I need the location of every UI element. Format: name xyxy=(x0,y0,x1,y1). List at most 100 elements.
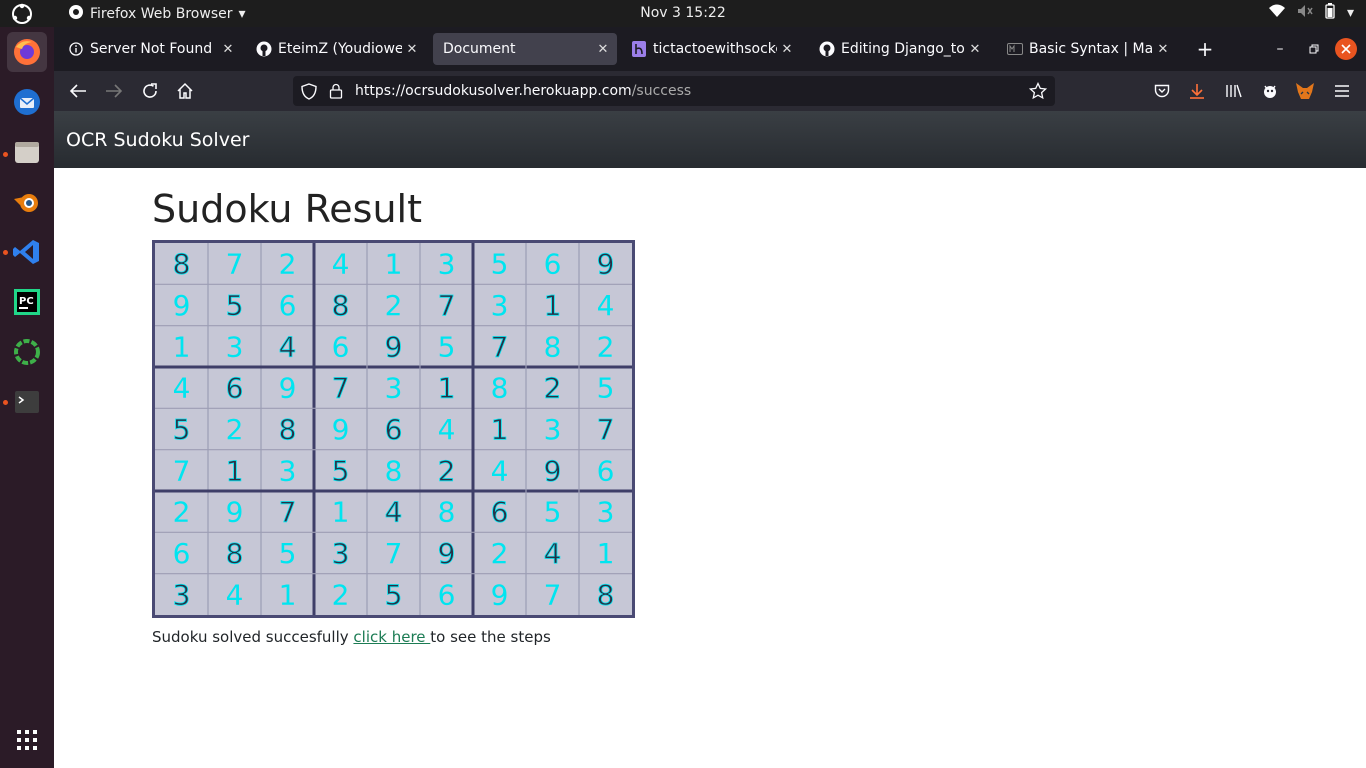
solved-digit: 7 xyxy=(173,454,191,487)
dock: PC xyxy=(0,27,54,768)
solved-digit: 4 xyxy=(173,372,191,405)
solved-digit: 8 xyxy=(385,454,403,487)
dock-terminal[interactable] xyxy=(7,382,47,422)
hamburger-menu-icon[interactable] xyxy=(1330,79,1354,103)
dock-files[interactable] xyxy=(7,132,47,172)
heroku-icon xyxy=(631,41,647,57)
tab-title: EteimZ (Youdiowei E xyxy=(278,41,402,57)
back-arrow-icon[interactable] xyxy=(66,79,90,103)
library-icon[interactable] xyxy=(1222,79,1246,103)
close-tab-icon[interactable]: ✕ xyxy=(965,42,985,57)
tab-editing-django[interactable]: Editing Django_todo ✕ xyxy=(809,33,989,65)
bookmark-star-icon[interactable] xyxy=(1028,81,1048,104)
grid-icon xyxy=(17,730,37,750)
dock-thunderbird[interactable] xyxy=(7,82,47,122)
blender-icon xyxy=(14,194,38,212)
system-tray[interactable]: ▾ xyxy=(1268,3,1354,23)
given-digit: 8 xyxy=(332,289,350,322)
given-digit: 5 xyxy=(332,454,350,487)
tab-tictactoe[interactable]: tictactoewithsocket ✕ xyxy=(621,33,801,65)
markdown-icon xyxy=(1007,41,1023,57)
extension-icon[interactable] xyxy=(1258,79,1282,103)
given-digit: 2 xyxy=(438,454,456,487)
solved-digit: 6 xyxy=(173,537,191,570)
solved-digit: 2 xyxy=(279,248,297,281)
solved-digit: 9 xyxy=(332,413,350,446)
solved-digit: 3 xyxy=(279,454,297,487)
tab-document[interactable]: Document ✕ xyxy=(433,33,617,65)
tab-server-not-found[interactable]: Server Not Found ✕ xyxy=(58,33,242,65)
downloads-icon[interactable] xyxy=(1185,79,1209,103)
given-digit: 7 xyxy=(491,330,509,363)
thunderbird-icon xyxy=(14,89,40,115)
app-menu[interactable]: Firefox Web Browser ▾ xyxy=(68,4,246,24)
metamask-fox-icon[interactable] xyxy=(1293,79,1317,103)
solved-digit: 7 xyxy=(385,537,403,570)
page-title: Sudoku Result xyxy=(152,187,422,231)
dock-anaconda[interactable] xyxy=(7,332,47,372)
page-content: Sudoku Result 8 7 2 4 1 3 5 6 9 9 5 6 8 2 7 3 1 4 1 3 4 6 9 5 7 8… xyxy=(152,186,635,646)
lock-icon[interactable] xyxy=(329,83,343,103)
terminal-icon xyxy=(15,391,39,413)
activities-ubuntu-icon[interactable] xyxy=(11,3,33,25)
tab-title: tictactoewithsocket xyxy=(653,41,777,57)
close-window-icon[interactable] xyxy=(1334,37,1358,61)
tab-eteimz[interactable]: EteimZ (Youdiowei E ✕ xyxy=(246,33,426,65)
url-host: https://ocrsudokusolver.herokuapp.com xyxy=(355,83,632,99)
given-digit: 5 xyxy=(226,289,244,322)
solved-digit: 9 xyxy=(491,578,509,611)
solved-digit: 3 xyxy=(597,496,615,529)
volume-icon xyxy=(1297,4,1313,22)
url-bar[interactable]: https://ocrsudokusolver.herokuapp.com/su… xyxy=(293,76,1055,106)
tab-basic-syntax[interactable]: Basic Syntax | Marko ✕ xyxy=(997,33,1177,65)
tab-title: Basic Syntax | Marko xyxy=(1029,41,1153,57)
close-tab-icon[interactable]: ✕ xyxy=(777,42,797,57)
sudoku-result-image: 8 7 2 4 1 3 5 6 9 9 5 6 8 2 7 3 1 4 1 3 4 6 9 5 7 8 2 4 6 9 7 3 1 8 2 5 5 2 8 9… xyxy=(152,240,635,618)
solved-digit: 3 xyxy=(226,330,244,363)
given-digit: 8 xyxy=(173,248,191,281)
given-digit: 6 xyxy=(491,496,509,529)
dock-vscode[interactable] xyxy=(7,232,47,272)
solved-digit: 3 xyxy=(544,413,562,446)
given-digit: 4 xyxy=(279,330,297,363)
result-prefix: Sudoku solved succesfully xyxy=(152,628,354,646)
clock[interactable]: Nov 3 15:22 xyxy=(640,5,725,21)
url-path: /success xyxy=(631,83,692,99)
reload-icon[interactable] xyxy=(138,79,162,103)
steps-link[interactable]: click here xyxy=(353,628,430,646)
solved-digit: 1 xyxy=(332,496,350,529)
solved-digit: 5 xyxy=(544,496,562,529)
solved-digit: 1 xyxy=(279,578,297,611)
tab-title: Editing Django_todo xyxy=(841,41,965,57)
forward-arrow-icon[interactable] xyxy=(102,79,126,103)
close-tab-icon[interactable]: ✕ xyxy=(402,42,422,57)
given-digit: 3 xyxy=(332,537,350,570)
show-applications-button[interactable] xyxy=(7,720,47,760)
new-tab-plus-icon[interactable]: + xyxy=(1193,37,1217,61)
solved-digit: 6 xyxy=(332,330,350,363)
solved-digit: 6 xyxy=(438,578,456,611)
close-tab-icon[interactable]: ✕ xyxy=(218,42,238,57)
restore-window-icon[interactable] xyxy=(1302,37,1326,61)
solved-digit: 2 xyxy=(226,413,244,446)
pocket-icon[interactable] xyxy=(1150,79,1174,103)
solved-digit: 8 xyxy=(544,330,562,363)
close-tab-icon[interactable]: ✕ xyxy=(1153,42,1173,57)
solved-digit: 9 xyxy=(173,289,191,322)
dock-firefox[interactable] xyxy=(7,32,47,72)
battery-icon xyxy=(1325,3,1335,23)
solved-digit: 5 xyxy=(597,372,615,405)
solved-digit: 4 xyxy=(438,413,456,446)
dock-pycharm[interactable]: PC xyxy=(7,282,47,322)
close-tab-icon[interactable]: ✕ xyxy=(593,42,613,57)
minimize-window-icon[interactable]: – xyxy=(1268,37,1292,61)
home-icon[interactable] xyxy=(173,79,197,103)
given-digit: 9 xyxy=(544,454,562,487)
chevron-down-icon: ▾ xyxy=(1346,5,1354,21)
dock-blender[interactable] xyxy=(7,182,47,222)
site-brand[interactable]: OCR Sudoku Solver xyxy=(66,129,249,151)
given-digit: 8 xyxy=(279,413,297,446)
solved-digit: 1 xyxy=(597,537,615,570)
solved-digit: 2 xyxy=(491,537,509,570)
shield-icon[interactable] xyxy=(301,83,317,104)
